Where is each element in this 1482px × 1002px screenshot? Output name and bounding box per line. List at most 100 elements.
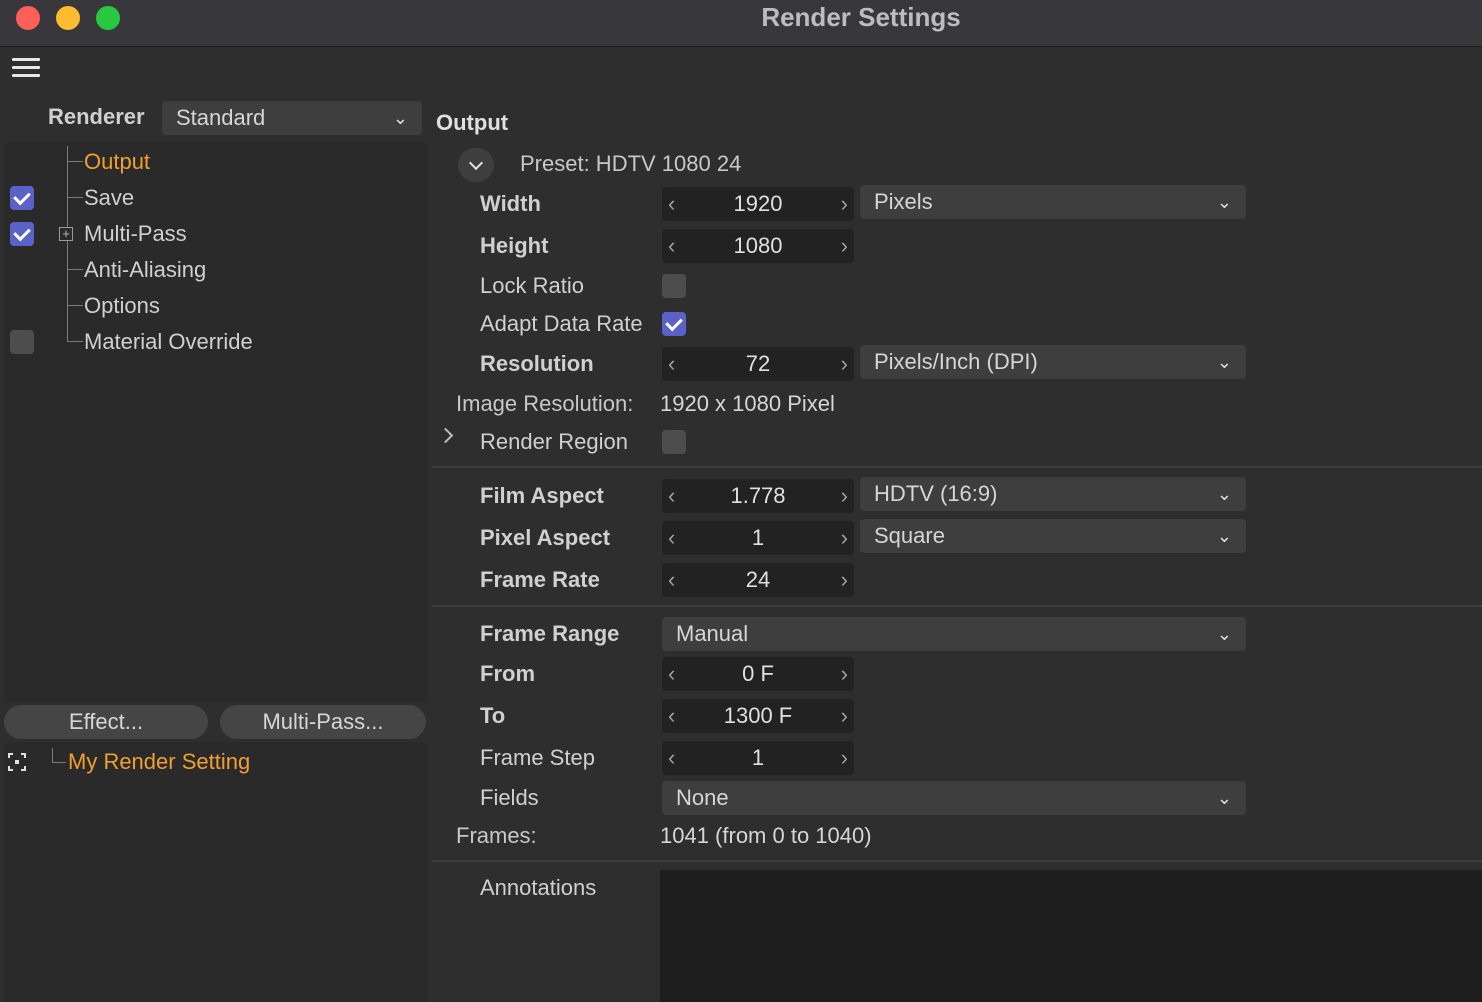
- increment-arrow-icon[interactable]: ›: [841, 657, 848, 691]
- increment-arrow-icon[interactable]: ›: [841, 187, 848, 221]
- tree-branch: [52, 762, 66, 763]
- width-unit-dropdown[interactable]: Pixels ⌄: [860, 185, 1246, 219]
- height-stepper[interactable]: ‹ 1080 ›: [662, 229, 854, 263]
- preset-expand-button[interactable]: [458, 148, 494, 182]
- tree-connector: [52, 748, 53, 762]
- tree-item-save[interactable]: Save: [84, 185, 134, 211]
- section-title: Output: [436, 110, 509, 135]
- hamburger-menu-icon[interactable]: [12, 58, 40, 78]
- tree-item-output[interactable]: Output: [84, 149, 150, 175]
- width-stepper[interactable]: ‹ 1920 ›: [662, 187, 854, 221]
- tree-item-multi-pass[interactable]: Multi-Pass: [84, 221, 187, 247]
- resolution-stepper[interactable]: ‹ 72 ›: [662, 347, 854, 381]
- pixel-aspect-stepper[interactable]: ‹ 1 ›: [662, 521, 854, 555]
- height-value[interactable]: 1080: [734, 229, 783, 263]
- adapt-data-rate-checkbox[interactable]: [662, 312, 686, 336]
- to-stepper[interactable]: ‹ 1300 F ›: [662, 699, 854, 733]
- tree-connector: [67, 146, 68, 342]
- from-stepper[interactable]: ‹ 0 F ›: [662, 657, 854, 691]
- height-label: Height: [480, 233, 549, 258]
- increment-arrow-icon[interactable]: ›: [841, 229, 848, 263]
- pixel-aspect-value[interactable]: 1: [752, 521, 764, 555]
- decrement-arrow-icon[interactable]: ‹: [668, 229, 675, 263]
- to-value[interactable]: 1300 F: [724, 699, 793, 733]
- frame-step-value[interactable]: 1: [752, 741, 764, 775]
- tree-item-options[interactable]: Options: [84, 293, 160, 319]
- from-value[interactable]: 0 F: [742, 657, 774, 691]
- effect-button[interactable]: Effect...: [4, 705, 208, 739]
- frame-step-label: Frame Step: [480, 745, 595, 770]
- film-aspect-preset: HDTV (16:9): [874, 481, 998, 506]
- frames-value: 1041 (from 0 to 1040): [660, 823, 872, 848]
- annotations-label: Annotations: [480, 875, 597, 900]
- increment-arrow-icon[interactable]: ›: [841, 741, 848, 775]
- tree-branch: [67, 197, 83, 198]
- render-setting-item[interactable]: My Render Setting: [68, 749, 250, 775]
- expand-plus-icon[interactable]: +: [59, 227, 73, 241]
- multipass-checkbox[interactable]: [10, 222, 34, 246]
- pixel-aspect-label: Pixel Aspect: [480, 525, 611, 550]
- render-setting-list-panel: [4, 742, 428, 1002]
- render-region-label: Render Region: [480, 429, 628, 454]
- adapt-data-rate-label: Adapt Data Rate: [480, 311, 643, 336]
- frame-range-value: Manual: [676, 621, 749, 646]
- resolution-value[interactable]: 72: [746, 347, 770, 381]
- from-label: From: [480, 661, 535, 686]
- renderer-dropdown[interactable]: Standard ⌄: [162, 101, 422, 135]
- increment-arrow-icon[interactable]: ›: [841, 563, 848, 597]
- decrement-arrow-icon[interactable]: ‹: [668, 187, 675, 221]
- resolution-label: Resolution: [480, 351, 594, 376]
- decrement-arrow-icon[interactable]: ‹: [668, 563, 675, 597]
- width-unit-value: Pixels: [874, 189, 933, 214]
- tree-branch: [67, 305, 83, 306]
- renderer-label: Renderer: [48, 104, 145, 129]
- render-region-checkbox[interactable]: [662, 430, 686, 454]
- chevron-down-icon: ⌄: [1216, 788, 1232, 808]
- tree-item-material-override[interactable]: Material Override: [84, 329, 253, 355]
- width-value[interactable]: 1920: [734, 187, 783, 221]
- material-override-checkbox[interactable]: [10, 330, 34, 354]
- multi-pass-button[interactable]: Multi-Pass...: [220, 705, 426, 739]
- increment-arrow-icon[interactable]: ›: [841, 347, 848, 381]
- annotations-textarea[interactable]: [660, 870, 1482, 1002]
- increment-arrow-icon[interactable]: ›: [841, 699, 848, 733]
- divider: [432, 466, 1482, 468]
- pixel-aspect-dropdown[interactable]: Square ⌄: [860, 519, 1246, 553]
- window-title: Render Settings: [761, 2, 961, 32]
- film-aspect-label: Film Aspect: [480, 483, 604, 508]
- film-aspect-dropdown[interactable]: HDTV (16:9) ⌄: [860, 477, 1246, 511]
- film-aspect-value[interactable]: 1.778: [730, 479, 785, 513]
- tree-item-anti-aliasing[interactable]: Anti-Aliasing: [84, 257, 206, 283]
- frame-rate-value[interactable]: 24: [746, 563, 770, 597]
- save-checkbox[interactable]: [10, 186, 34, 210]
- decrement-arrow-icon[interactable]: ‹: [668, 657, 675, 691]
- image-resolution-value: 1920 x 1080 Pixel: [660, 391, 835, 416]
- frame-range-label: Frame Range: [480, 621, 620, 646]
- increment-arrow-icon[interactable]: ›: [841, 521, 848, 555]
- frame-range-dropdown[interactable]: Manual ⌄: [662, 617, 1246, 651]
- tree-branch: [67, 161, 83, 162]
- preset-label: Preset: HDTV 1080 24: [520, 151, 742, 176]
- lock-ratio-checkbox[interactable]: [662, 274, 686, 298]
- frames-label: Frames:: [456, 823, 537, 848]
- fields-dropdown[interactable]: None ⌄: [662, 781, 1246, 815]
- film-aspect-stepper[interactable]: ‹ 1.778 ›: [662, 479, 854, 513]
- pixel-aspect-preset: Square: [874, 523, 945, 548]
- decrement-arrow-icon[interactable]: ‹: [668, 479, 675, 513]
- frame-rate-stepper[interactable]: ‹ 24 ›: [662, 563, 854, 597]
- focus-icon[interactable]: [8, 753, 26, 771]
- resolution-unit-dropdown[interactable]: Pixels/Inch (DPI) ⌄: [860, 345, 1246, 379]
- divider: [432, 860, 1482, 862]
- tree-branch: [67, 269, 83, 270]
- decrement-arrow-icon[interactable]: ‹: [668, 347, 675, 381]
- chevron-down-icon: ⌄: [1216, 624, 1232, 644]
- frame-step-stepper[interactable]: ‹ 1 ›: [662, 741, 854, 775]
- decrement-arrow-icon[interactable]: ‹: [668, 521, 675, 555]
- increment-arrow-icon[interactable]: ›: [841, 479, 848, 513]
- decrement-arrow-icon[interactable]: ‹: [668, 741, 675, 775]
- divider: [432, 605, 1482, 607]
- chevron-down-icon: ⌄: [1216, 484, 1232, 504]
- renderer-value: Standard: [176, 105, 266, 130]
- chevron-right-icon[interactable]: [437, 427, 454, 444]
- decrement-arrow-icon[interactable]: ‹: [668, 699, 675, 733]
